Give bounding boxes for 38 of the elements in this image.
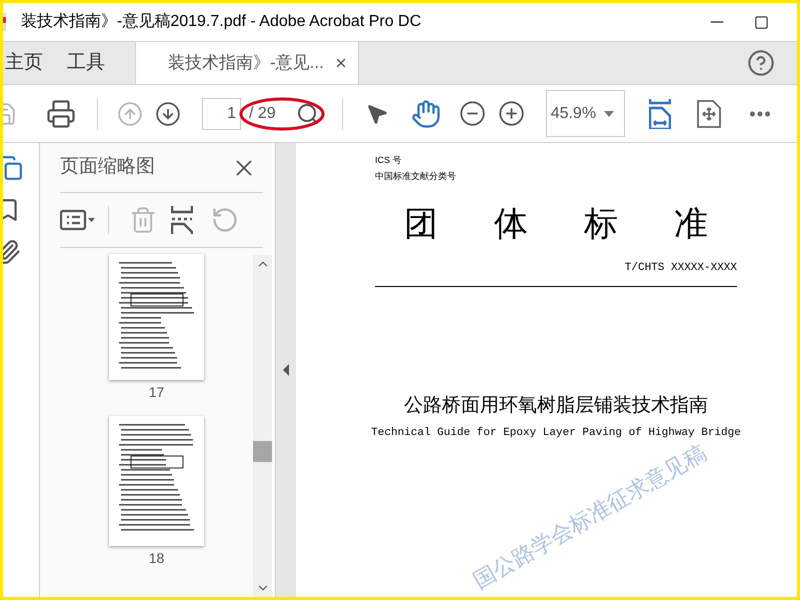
collapse-arrow-icon[interactable] <box>283 364 289 376</box>
page-number-label: 18 <box>148 550 164 566</box>
zoom-dropdown[interactable]: 45.9% <box>546 90 625 137</box>
page-cut-icon[interactable] <box>171 206 193 234</box>
print-icon[interactable] <box>46 98 76 128</box>
standard-code: T/CHTS XXXXX-XXXX <box>624 261 737 276</box>
panel-title: 页面缩略图 <box>60 155 155 180</box>
hand-icon[interactable] <box>410 98 441 128</box>
fit-width-icon[interactable] <box>648 98 671 128</box>
page-arrows-icon[interactable] <box>696 100 721 128</box>
zoom-in-icon[interactable] <box>498 100 525 127</box>
nav-tab[interactable]: 主页 <box>3 42 45 84</box>
ics-label: ICS 号 <box>375 154 403 166</box>
window-title: 装技术指南》-意见稿2019.7.pdf - Adobe Acrobat Pro DC <box>21 12 422 32</box>
pages-icon[interactable] <box>3 155 23 181</box>
page-count: / 29 <box>249 104 276 124</box>
arrow-down-icon[interactable] <box>155 100 181 126</box>
document-tab[interactable]: 装技术指南》-意见... <box>135 42 359 84</box>
tab-label: 装技术指南》-意见... <box>168 52 324 74</box>
page-thumbnail[interactable] <box>109 254 204 380</box>
stamp-text: 国公路学会标准征求意见稿 <box>468 438 712 596</box>
page-thumbnail[interactable] <box>109 416 204 546</box>
document-subtitle: Technical Guide for Epoxy Layer Paving of Highway Bridge <box>371 426 741 441</box>
page-number-label: 17 <box>148 384 164 400</box>
page-number-field[interactable]: 1 <box>202 98 241 130</box>
classification-label: 中国标准文献分类号 <box>375 170 457 182</box>
maximize-icon[interactable] <box>754 14 769 30</box>
document-title: 公路桥面用环氧树脂层铺装技术指南 <box>404 392 708 418</box>
dropdown-caret-icon <box>604 110 614 116</box>
nav-tab[interactable]: 工具 <box>65 42 107 84</box>
scroll-thumb[interactable] <box>253 441 272 462</box>
close-icon[interactable] <box>334 56 348 70</box>
heading: 团体标准 <box>404 204 764 244</box>
scrollbar[interactable] <box>253 255 272 597</box>
help-icon[interactable] <box>747 49 775 77</box>
list-options-icon[interactable] <box>60 209 96 231</box>
search-icon[interactable] <box>296 102 320 126</box>
zoom-out-icon[interactable] <box>458 100 486 127</box>
